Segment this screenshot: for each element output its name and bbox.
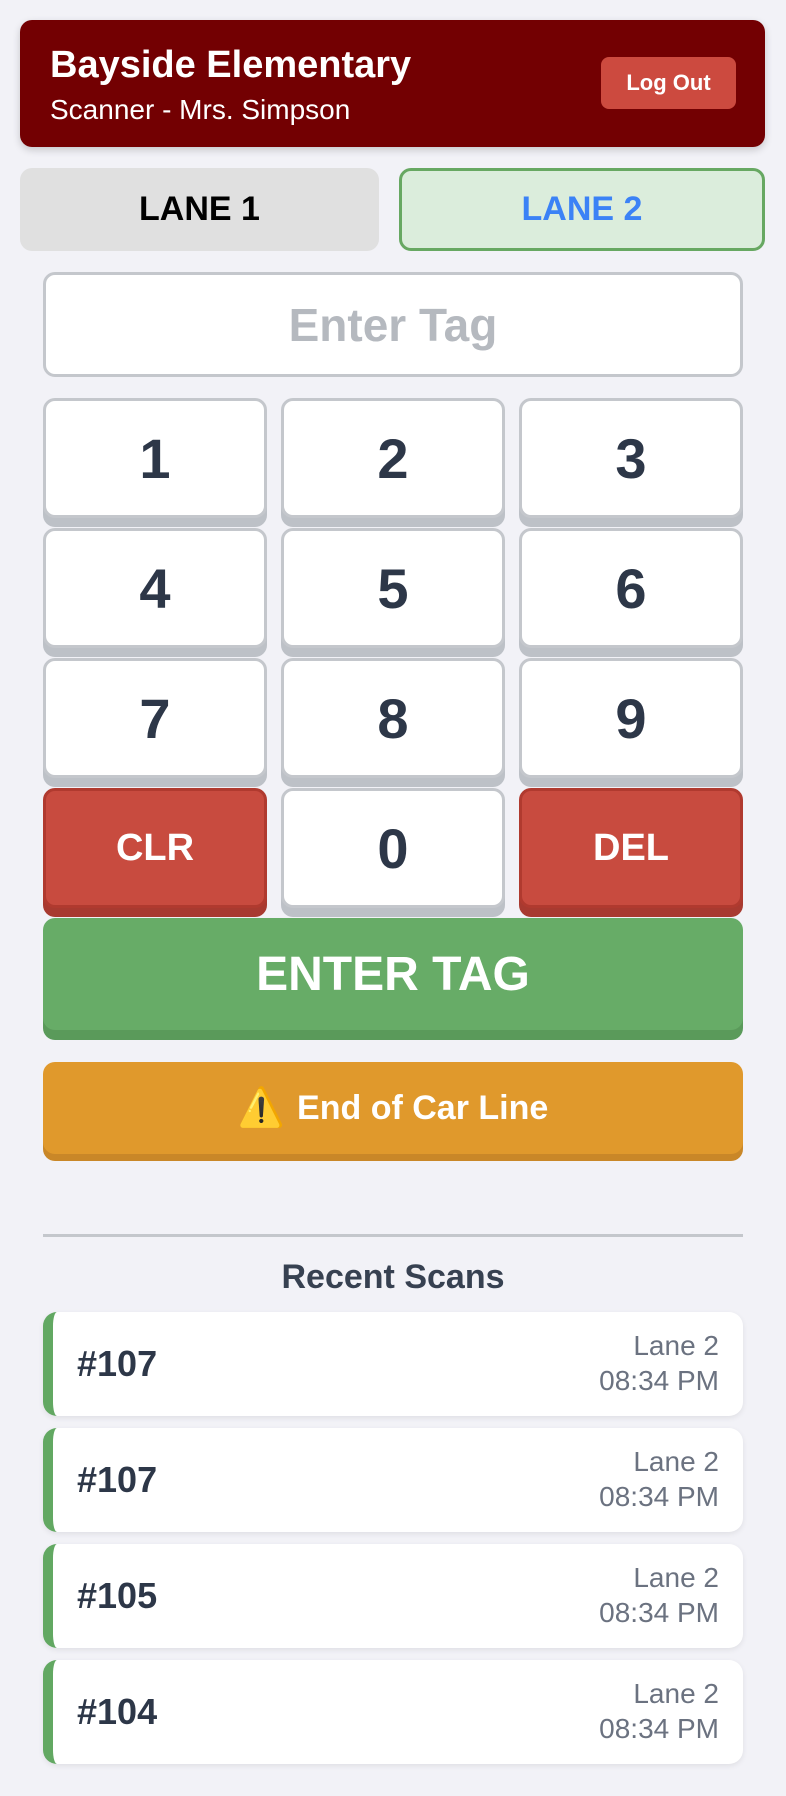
enter-tag-button[interactable]: ENTER TAG	[43, 918, 743, 1030]
school-name: Bayside Elementary	[50, 44, 412, 86]
scan-tag: #105	[77, 1575, 158, 1616]
scan-lane: Lane 2	[633, 1446, 719, 1477]
key-5[interactable]: 5	[281, 528, 505, 648]
app-header: Bayside Elementary Scanner - Mrs. Simpso…	[20, 20, 765, 147]
scan-lane: Lane 2	[633, 1562, 719, 1593]
end-of-car-line-button[interactable]: ⚠️ End of Car Line	[43, 1062, 743, 1154]
recent-scans-title: Recent Scans	[281, 1258, 505, 1296]
key-3[interactable]: 3	[519, 398, 743, 518]
key-4[interactable]: 4	[43, 528, 267, 648]
scan-time: 08:34 PM	[599, 1597, 719, 1628]
scan-tag: #107	[77, 1459, 158, 1500]
end-of-car-line-label: End of Car Line	[297, 1088, 549, 1127]
recent-scan-item: #104 Lane 2 08:34 PM	[43, 1660, 743, 1764]
divider	[43, 1234, 743, 1237]
logout-button[interactable]: Log Out	[601, 57, 736, 109]
key-0[interactable]: 0	[281, 788, 505, 908]
scan-time: 08:34 PM	[599, 1365, 719, 1396]
scan-lane: Lane 2	[633, 1678, 719, 1709]
key-7[interactable]: 7	[43, 658, 267, 778]
clear-button[interactable]: CLR	[43, 788, 267, 908]
scanner-label: Scanner - Mrs. Simpson	[50, 94, 351, 125]
lane-2-button[interactable]: LANE 2	[399, 168, 765, 251]
scan-time: 08:34 PM	[599, 1481, 719, 1512]
tag-input[interactable]	[43, 272, 743, 377]
scan-lane: Lane 2	[633, 1330, 719, 1361]
key-8[interactable]: 8	[281, 658, 505, 778]
lane-1-button[interactable]: LANE 1	[20, 168, 379, 251]
scan-tag: #104	[77, 1691, 158, 1732]
key-1[interactable]: 1	[43, 398, 267, 518]
key-2[interactable]: 2	[281, 398, 505, 518]
scan-tag: #107	[77, 1343, 158, 1384]
recent-scan-item: #105 Lane 2 08:34 PM	[43, 1544, 743, 1648]
key-6[interactable]: 6	[519, 528, 743, 648]
recent-scan-item: #107 Lane 2 08:34 PM	[43, 1312, 743, 1416]
key-9[interactable]: 9	[519, 658, 743, 778]
scan-time: 08:34 PM	[599, 1713, 719, 1744]
warning-icon: ⚠️	[237, 1087, 286, 1129]
recent-scan-item: #107 Lane 2 08:34 PM	[43, 1428, 743, 1532]
delete-button[interactable]: DEL	[519, 788, 743, 908]
